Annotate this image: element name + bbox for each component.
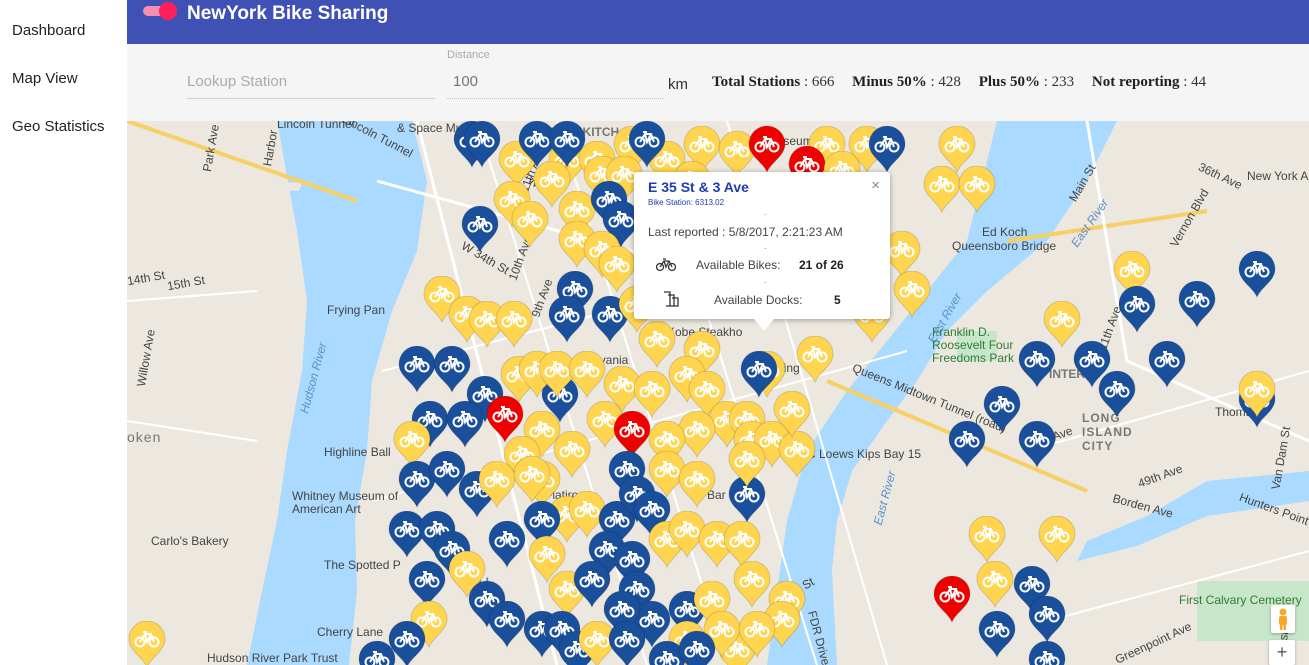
distance-unit: km: [668, 76, 688, 93]
station-marker[interactable]: [1237, 251, 1277, 299]
lookup-station-input[interactable]: [187, 64, 435, 99]
app-title: NewYork Bike Sharing: [187, 3, 389, 24]
station-marker[interactable]: [982, 386, 1022, 434]
station-marker[interactable]: [357, 641, 397, 665]
not-reporting-label: Not reporting: [1091, 74, 1180, 90]
station-marker[interactable]: [977, 611, 1017, 659]
sidebar: Dashboard Map View Geo Statistics: [0, 0, 127, 665]
sidebar-item-geo-statistics[interactable]: Geo Statistics: [12, 118, 105, 135]
station-marker[interactable]: [772, 391, 812, 439]
station-marker[interactable]: [607, 621, 647, 665]
station-marker[interactable]: [510, 201, 550, 249]
distance-label: Distance: [447, 49, 490, 61]
distance-input[interactable]: [447, 64, 663, 99]
station-marker[interactable]: [737, 611, 777, 659]
station-marker[interactable]: [397, 346, 437, 394]
station-marker[interactable]: [922, 166, 962, 214]
minus-50-value: : 428: [930, 74, 961, 90]
toggle-thumb: [159, 2, 177, 20]
station-marker[interactable]: [494, 301, 534, 349]
station-marker[interactable]: [567, 351, 607, 399]
station-marker[interactable]: [1027, 641, 1067, 665]
station-marker[interactable]: [477, 461, 517, 509]
popup-station-name: E 35 St & 3 Ave: [648, 179, 749, 195]
available-bikes-value: 21 of 26: [799, 258, 844, 272]
station-marker[interactable]: [627, 121, 667, 169]
station-marker[interactable]: [1097, 371, 1137, 419]
menu-toggle[interactable]: [143, 2, 179, 20]
plus-50-value: : 233: [1043, 74, 1075, 90]
station-marker[interactable]: [892, 271, 932, 319]
station-marker[interactable]: [1177, 281, 1217, 329]
popup-last-reported: Last reported : 5/8/2017, 2:21:23 AM: [648, 225, 843, 239]
available-docks-value: 5: [834, 293, 841, 307]
station-marker[interactable]: [1237, 371, 1277, 419]
station-marker[interactable]: [1147, 341, 1187, 389]
map-view[interactable]: Lincoln Tunnel Lincoln Tunnel & Space Mu…: [127, 121, 1309, 665]
station-marker[interactable]: [460, 206, 500, 254]
available-docks-label: Available Docks:: [714, 293, 803, 307]
station-marker[interactable]: [677, 631, 717, 665]
station-marker[interactable]: [1037, 516, 1077, 564]
station-marker[interactable]: [795, 336, 835, 384]
street-view-pegman-icon[interactable]: [1271, 605, 1295, 633]
station-marker[interactable]: [957, 166, 997, 214]
station-marker[interactable]: [975, 561, 1015, 609]
station-marker[interactable]: [747, 126, 787, 174]
station-marker[interactable]: [1017, 341, 1057, 389]
station-info-popup: E 35 St & 3 Ave Bike Station: 6313.02 × …: [634, 172, 890, 331]
station-marker[interactable]: [512, 456, 552, 504]
dock-icon: [664, 291, 679, 307]
station-marker[interactable]: [867, 126, 907, 174]
total-stations-label: Total Stations: [712, 74, 801, 90]
bicycle-icon: [656, 258, 676, 272]
separator-dot: .: [764, 241, 767, 251]
station-marker[interactable]: [445, 401, 485, 449]
close-icon[interactable]: ×: [871, 177, 880, 194]
station-marker[interactable]: [947, 421, 987, 469]
available-bikes-label: Available Bikes:: [696, 258, 781, 272]
station-marker[interactable]: [932, 576, 972, 624]
station-marker[interactable]: [547, 296, 587, 344]
station-marker[interactable]: [547, 121, 587, 169]
sidebar-item-dashboard[interactable]: Dashboard: [12, 22, 85, 39]
not-reporting-value: : 44: [1183, 74, 1207, 90]
plus-50-label: Plus 50%: [978, 74, 1040, 90]
separator-dot: .: [764, 207, 767, 217]
station-marker[interactable]: [462, 121, 502, 169]
station-marker[interactable]: [677, 461, 717, 509]
minus-50-label: Minus 50%: [852, 74, 927, 90]
filter-bar: Distance km Total Stations : 666 Minus 5…: [127, 44, 1309, 121]
total-stations-value: : 666: [803, 74, 835, 90]
app-header: NewYork Bike Sharing: [127, 0, 1309, 44]
station-marker[interactable]: [727, 441, 767, 489]
station-marker[interactable]: [1117, 286, 1157, 334]
zoom-in-button[interactable]: +: [1269, 640, 1295, 665]
station-marker[interactable]: [967, 516, 1007, 564]
sidebar-item-map-view[interactable]: Map View: [12, 70, 78, 87]
station-marker[interactable]: [127, 621, 167, 665]
station-stats: Total Stations : 666 Minus 50% : 428 Plu…: [712, 74, 1220, 91]
station-marker[interactable]: [487, 521, 527, 569]
station-marker[interactable]: [487, 601, 527, 649]
station-marker[interactable]: [1017, 421, 1057, 469]
station-marker[interactable]: [1027, 596, 1067, 644]
separator-dot: .: [764, 275, 767, 285]
popup-station-id: Bike Station: 6313.02: [648, 198, 725, 207]
